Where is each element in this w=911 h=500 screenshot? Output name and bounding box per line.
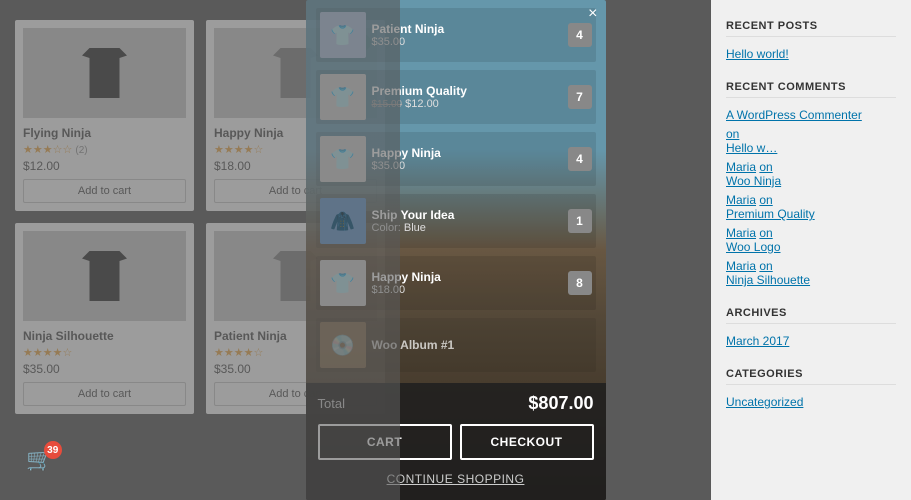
comment-item: Maria on Premium Quality	[726, 193, 896, 221]
product-card: Flying Ninja ★★★☆☆ (2) $12.00 Add to car…	[15, 20, 194, 211]
cart-item-info: Happy Ninja $18.00	[366, 270, 568, 296]
cart-item-image: 👕	[320, 136, 366, 182]
cart-button[interactable]: CART	[318, 424, 452, 460]
cart-item-image: 🧥	[320, 198, 366, 244]
shirt-icon	[80, 251, 130, 301]
product-stars: ★★★★☆	[23, 346, 186, 359]
cart-item-price: $35.00	[372, 160, 562, 172]
add-to-cart-button[interactable]: Add to cart	[23, 179, 186, 203]
cart-item-info: Ship Your Idea Color: Blue	[366, 208, 568, 234]
cart-item-quantity: 4	[568, 23, 592, 47]
cart-item: 👕 Happy Ninja $35.00 4	[316, 132, 596, 186]
categories-title: CATEGORIES	[726, 368, 896, 385]
comment-post-link[interactable]: Woo Logo	[726, 240, 896, 254]
cart-item-name: Premium Quality	[372, 84, 562, 98]
cart-item-quantity: 8	[568, 271, 592, 295]
cart-item: 👕 Patient Ninja $35.00 4	[316, 8, 596, 62]
recent-comments-section: RECENT COMMENTS A WordPress Commenter on…	[726, 81, 896, 287]
cart-item-price: $18.00	[372, 284, 562, 296]
cart-icon-wrap: 🛒 39	[26, 447, 53, 473]
cart-total-amount: $807.00	[528, 393, 593, 414]
cart-item-name: Woo Album #1	[372, 338, 586, 352]
cart-item-image: 👕	[320, 74, 366, 120]
cart-item: 🧥 Ship Your Idea Color: Blue 1	[316, 194, 596, 248]
archives-title: ARCHIVES	[726, 307, 896, 324]
continue-shopping-button[interactable]: CONTINUE SHOPPING	[318, 468, 594, 490]
comment-post-link[interactable]: Woo Ninja	[726, 174, 896, 188]
comment-item: Maria on Ninja Silhouette	[726, 259, 896, 287]
cart-item-name: Patient Ninja	[372, 22, 562, 36]
product-name: Flying Ninja	[23, 126, 186, 140]
cart-item-image: 💿	[320, 322, 366, 368]
sidebar-post-link[interactable]: Hello world!	[726, 47, 896, 61]
product-stars: ★★★☆☆ (2)	[23, 143, 186, 156]
comment-author-link[interactable]: A WordPress Commenter	[726, 108, 896, 122]
comment-post-link[interactable]: Premium Quality	[726, 207, 896, 221]
cart-item-price: Color: Blue	[372, 222, 562, 234]
cart-item-image: 👕	[320, 12, 366, 58]
product-price: $35.00	[23, 362, 186, 376]
comment-item: Maria on Woo Logo	[726, 226, 896, 254]
cart-item-quantity: 4	[568, 147, 592, 171]
category-link[interactable]: Uncategorized	[726, 395, 896, 409]
recent-comments-title: RECENT COMMENTS	[726, 81, 896, 98]
categories-section: CATEGORIES Uncategorized	[726, 368, 896, 409]
comment-post-link[interactable]: Hello w…	[726, 141, 896, 155]
cart-item-info: Premium Quality $15.00 $12.00	[366, 84, 568, 110]
cart-item: 👕 Happy Ninja $18.00 8	[316, 256, 596, 310]
add-to-cart-button[interactable]: Add to cart	[23, 382, 186, 406]
right-sidebar: RECENT POSTS Hello world! RECENT COMMENT…	[711, 0, 911, 500]
checkout-button[interactable]: CHECKOUT	[460, 424, 594, 460]
recent-posts-title: RECENT POSTS	[726, 20, 896, 37]
cart-item-price: $35.00	[372, 36, 562, 48]
cart-item-quantity: 1	[568, 209, 592, 233]
cart-count-badge: 39	[44, 441, 62, 459]
cart-item-name: Happy Ninja	[372, 270, 562, 284]
cart-items-list: 👕 Patient Ninja $35.00 4 👕 Premium Quali…	[306, 0, 606, 383]
product-price: $12.00	[23, 159, 186, 173]
cart-modal: × 👕 Patient Ninja $35.00 4 👕 Premium Qua…	[306, 0, 606, 500]
cart-total-row: Total $807.00	[318, 393, 594, 414]
comment-post-link[interactable]: Ninja Silhouette	[726, 273, 896, 287]
product-image	[23, 28, 186, 118]
cart-item-quantity: 7	[568, 85, 592, 109]
product-card: Ninja Silhouette ★★★★☆ $35.00 Add to car…	[15, 223, 194, 414]
cart-item-name: Ship Your Idea	[372, 208, 562, 222]
cart-footer: Total $807.00 CART CHECKOUT CONTINUE SHO…	[306, 383, 606, 500]
cart-item-info: Happy Ninja $35.00	[366, 146, 568, 172]
product-image	[23, 231, 186, 321]
cart-item: 👕 Premium Quality $15.00 $12.00 7	[316, 70, 596, 124]
comment-item: Maria on Woo Ninja	[726, 160, 896, 188]
archive-link[interactable]: March 2017	[726, 334, 896, 348]
comment-item: A WordPress Commenter on Hello w…	[726, 108, 896, 155]
cart-item: 💿 Woo Album #1	[316, 318, 596, 372]
recent-posts-section: RECENT POSTS Hello world!	[726, 20, 896, 61]
cart-item-name: Happy Ninja	[372, 146, 562, 160]
cart-badge-button[interactable]: 🛒 39	[20, 440, 60, 480]
cart-item-info: Patient Ninja $35.00	[366, 22, 568, 48]
product-name: Ninja Silhouette	[23, 329, 186, 343]
close-cart-button[interactable]: ×	[588, 5, 597, 23]
cart-item-image: 👕	[320, 260, 366, 306]
cart-total-label: Total	[318, 396, 345, 411]
cart-item-info: Woo Album #1	[366, 338, 592, 352]
cart-item-price: $15.00 $12.00	[372, 98, 562, 110]
shirt-icon	[80, 48, 130, 98]
archives-section: ARCHIVES March 2017	[726, 307, 896, 348]
cart-action-buttons: CART CHECKOUT	[318, 424, 594, 460]
